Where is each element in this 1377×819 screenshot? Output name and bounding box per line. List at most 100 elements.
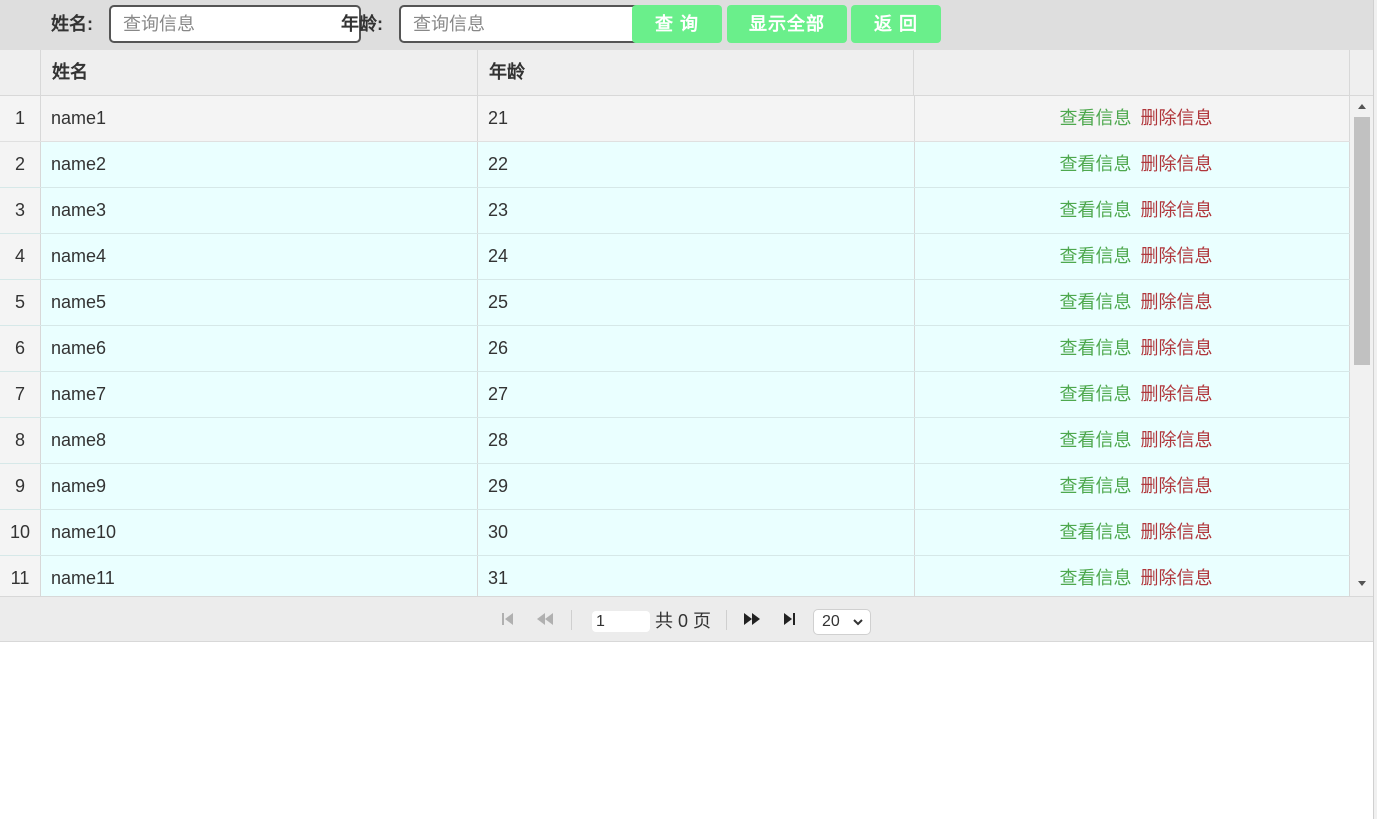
table-row[interactable]: 11 name11 31 查看信息 删除信息 — [0, 556, 1350, 596]
query-button[interactable]: 查 询 — [632, 5, 722, 43]
grid-body: 1 name1 21 查看信息 删除信息 2 name2 22 查看信息 删除信息 3 name3 23… — [0, 96, 1350, 596]
page-size-select[interactable]: 20 — [813, 609, 871, 635]
cell-name: name6 — [41, 326, 478, 371]
scroll-down-arrow-icon[interactable] — [1358, 581, 1366, 586]
cell-age: 24 — [478, 234, 915, 279]
cell-name: name8 — [41, 418, 478, 463]
view-info-link[interactable]: 查看信息 — [1060, 108, 1132, 128]
cell-name: name1 — [41, 96, 478, 141]
cell-actions: 查看信息 删除信息 — [915, 326, 1350, 371]
total-pages-text: 共 0 页 — [655, 611, 712, 631]
row-number: 1 — [0, 96, 41, 141]
column-header-actions — [914, 50, 1350, 95]
cell-age: 26 — [478, 326, 915, 371]
view-info-link[interactable]: 查看信息 — [1060, 476, 1132, 496]
view-info-link[interactable]: 查看信息 — [1060, 200, 1132, 220]
view-info-link[interactable]: 查看信息 — [1060, 292, 1132, 312]
cell-age: 31 — [478, 556, 915, 596]
row-number: 5 — [0, 280, 41, 325]
delete-info-link[interactable]: 删除信息 — [1141, 384, 1213, 404]
age-search-input[interactable] — [399, 5, 651, 43]
delete-info-link[interactable]: 删除信息 — [1141, 522, 1213, 542]
data-grid: 姓名 年龄 1 name1 21 查看信息 删除信息 2 name2 22 查看信息 删除信息 3 n… — [0, 50, 1373, 596]
row-number: 10 — [0, 510, 41, 555]
table-row[interactable]: 4 name4 24 查看信息 删除信息 — [0, 234, 1350, 280]
table-row[interactable]: 10 name10 30 查看信息 删除信息 — [0, 510, 1350, 556]
page: 姓名: 年龄: 查 询 显示全部 返 回 姓名 年龄 1name121查看信息删… — [0, 0, 1377, 819]
table-row[interactable]: 9 name9 29 查看信息 删除信息 — [0, 464, 1350, 510]
cell-age: 23 — [478, 188, 915, 233]
row-number: 9 — [0, 464, 41, 509]
show-all-button[interactable]: 显示全部 — [727, 5, 847, 43]
view-info-link[interactable]: 查看信息 — [1060, 246, 1132, 266]
pager-separator — [571, 610, 572, 630]
row-number: 2 — [0, 142, 41, 187]
back-button[interactable]: 返 回 — [851, 5, 941, 43]
delete-info-link[interactable]: 删除信息 — [1141, 246, 1213, 266]
pager-separator — [726, 610, 727, 630]
table-row[interactable]: 2 name2 22 查看信息 删除信息 — [0, 142, 1350, 188]
cell-age: 30 — [478, 510, 915, 555]
cell-age: 21 — [478, 96, 915, 141]
view-info-link[interactable]: 查看信息 — [1060, 384, 1132, 404]
delete-info-link[interactable]: 删除信息 — [1141, 568, 1213, 588]
next-page-icon[interactable] — [742, 609, 762, 629]
delete-info-link[interactable]: 删除信息 — [1141, 200, 1213, 220]
view-info-link[interactable]: 查看信息 — [1060, 338, 1132, 358]
view-info-link[interactable]: 查看信息 — [1060, 430, 1132, 450]
delete-info-link[interactable]: 删除信息 — [1141, 108, 1213, 128]
cell-actions: 查看信息 删除信息 — [915, 234, 1350, 279]
delete-info-link[interactable]: 删除信息 — [1141, 476, 1213, 496]
column-header-age[interactable]: 年龄 — [478, 50, 914, 95]
column-header-name[interactable]: 姓名 — [41, 50, 478, 95]
grid-header: 姓名 年龄 — [0, 50, 1373, 96]
table-row[interactable]: 1 name1 21 查看信息 删除信息 — [0, 96, 1350, 142]
row-number: 3 — [0, 188, 41, 233]
cell-name: name11 — [41, 556, 478, 596]
table-row[interactable]: 5 name5 25 查看信息 删除信息 — [0, 280, 1350, 326]
last-page-icon[interactable] — [779, 609, 799, 629]
delete-info-link[interactable]: 删除信息 — [1141, 154, 1213, 174]
row-number: 4 — [0, 234, 41, 279]
row-number: 8 — [0, 418, 41, 463]
view-info-link[interactable]: 查看信息 — [1060, 568, 1132, 588]
cell-age: 29 — [478, 464, 915, 509]
cell-age: 25 — [478, 280, 915, 325]
cell-name: name9 — [41, 464, 478, 509]
page-number-input[interactable] — [592, 611, 650, 632]
cell-name: name10 — [41, 510, 478, 555]
table-row[interactable]: 7 name7 27 查看信息 删除信息 — [0, 372, 1350, 418]
grid-vertical-scrollbar[interactable] — [1350, 96, 1373, 596]
cell-actions: 查看信息 删除信息 — [915, 418, 1350, 463]
row-number: 7 — [0, 372, 41, 417]
table-row[interactable]: 6 name6 26 查看信息 删除信息 — [0, 326, 1350, 372]
view-info-link[interactable]: 查看信息 — [1060, 522, 1132, 542]
cell-actions: 查看信息 删除信息 — [915, 372, 1350, 417]
first-page-icon[interactable] — [498, 609, 518, 629]
table-row[interactable]: 8 name8 28 查看信息 删除信息 — [0, 418, 1350, 464]
cell-actions: 查看信息 删除信息 — [915, 188, 1350, 233]
row-number: 6 — [0, 326, 41, 371]
name-search-input[interactable] — [109, 5, 361, 43]
cell-actions: 查看信息 删除信息 — [915, 464, 1350, 509]
delete-info-link[interactable]: 删除信息 — [1141, 430, 1213, 450]
row-number: 11 — [0, 556, 41, 596]
table-row[interactable]: 3 name3 23 查看信息 删除信息 — [0, 188, 1350, 234]
prev-page-icon[interactable] — [535, 609, 555, 629]
delete-info-link[interactable]: 删除信息 — [1141, 338, 1213, 358]
delete-info-link[interactable]: 删除信息 — [1141, 292, 1213, 312]
cell-actions: 查看信息 删除信息 — [915, 96, 1350, 141]
cell-actions: 查看信息 删除信息 — [915, 556, 1350, 596]
rownum-header — [0, 50, 41, 95]
scroll-up-arrow-icon[interactable] — [1358, 104, 1366, 109]
cell-actions: 查看信息 删除信息 — [915, 280, 1350, 325]
cell-name: name2 — [41, 142, 478, 187]
page-size-value: 20 — [822, 613, 840, 630]
cell-name: name3 — [41, 188, 478, 233]
chevron-down-icon — [853, 619, 863, 626]
cell-name: name5 — [41, 280, 478, 325]
pagination-bar: 共 0 页 20 — [0, 596, 1373, 642]
scrollbar-thumb[interactable] — [1354, 117, 1370, 365]
view-info-link[interactable]: 查看信息 — [1060, 154, 1132, 174]
cell-name: name7 — [41, 372, 478, 417]
